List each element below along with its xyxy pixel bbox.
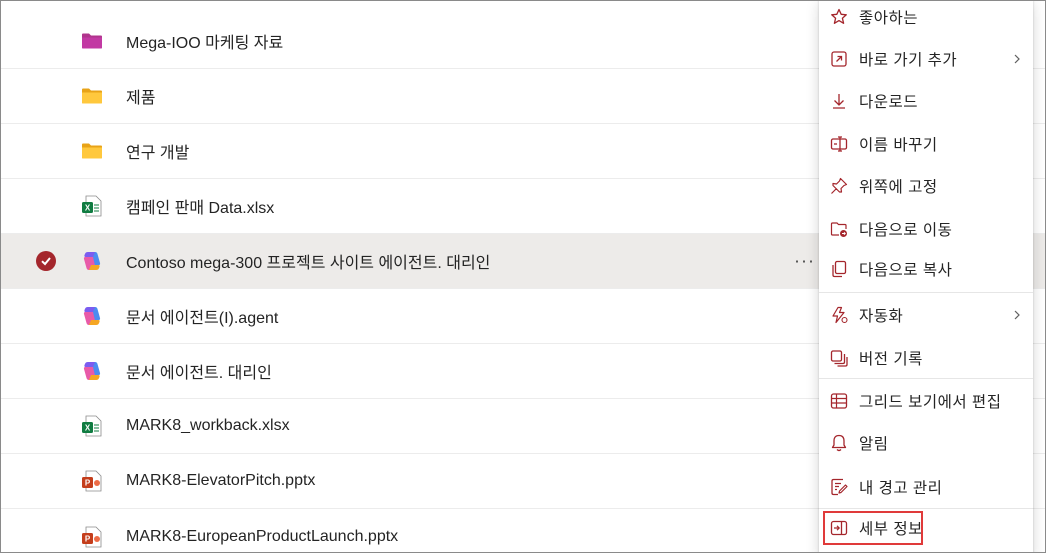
manage-alerts-icon [831,478,848,496]
file-name[interactable]: 제품 [126,84,155,108]
menu-item-alert[interactable]: 알림 [819,423,1033,463]
download-icon [833,94,845,109]
menu-item-label: 좋아하는 [859,10,919,27]
grid-icon [830,393,848,409]
svg-text:P: P [85,479,91,488]
menu-item-automate[interactable]: 자동화 [819,295,1033,335]
copy-icon [832,260,847,278]
bell-icon [831,434,847,452]
menu-item-favorite[interactable]: 좋아하는 [819,1,1033,37]
powerpoint-file-icon: P [82,470,102,492]
menu-item-version-history[interactable]: 버전 기록 [819,338,1033,378]
menu-item-move-to[interactable]: 다음으로 이동 [819,209,1033,249]
file-name[interactable]: 연구 개발 [126,139,189,163]
menu-item-label: 이름 바꾸기 [859,137,938,154]
menu-item-copy-to[interactable]: 다음으로 복사 [819,249,1033,289]
file-name[interactable]: Mega-IOO 마케팅 자료 [126,29,283,53]
menu-divider [819,378,1033,379]
copilot-agent-icon [83,252,101,270]
menu-item-edit-grid-view[interactable]: 그리드 보기에서 편집 [819,381,1033,421]
menu-item-pin-to-top[interactable]: 위쪽에 고정 [819,166,1033,206]
menu-item-label: 다운로드 [859,94,919,111]
context-menu: 좋아하는 바로 가기 추가 다운로드 이름 바꾸기 위쪽에 고정 다음으로 이동… [819,1,1033,552]
file-name[interactable]: 문서 에이전트. 대리인 [126,359,272,383]
svg-text:X: X [85,204,91,213]
rename-icon [830,136,848,152]
menu-item-label: 알림 [859,436,889,453]
copilot-agent-icon [83,307,101,325]
file-name[interactable]: MARK8_workback.xlsx [126,417,290,435]
excel-file-icon: X [82,195,102,217]
menu-item-label: 내 경고 관리 [859,480,943,497]
menu-divider [819,292,1033,293]
shortcut-icon [831,51,847,67]
menu-item-download[interactable]: 다운로드 [819,81,1033,121]
file-name[interactable]: 문서 에이전트(I).agent [126,304,278,328]
file-name[interactable]: 캠페인 판매 Data.xlsx [126,194,274,218]
menu-item-label: 자동화 [859,308,904,325]
menu-item-label: 바로 가기 추가 [859,52,958,69]
folder-icon [82,88,102,104]
menu-item-rename[interactable]: 이름 바꾸기 [819,124,1033,164]
highlight-box [823,511,923,545]
folder-icon [82,33,102,48]
file-name[interactable]: MARK8-EuropeanProductLaunch.pptx [126,528,398,546]
pin-icon [831,177,848,194]
star-icon [831,8,847,24]
file-name[interactable]: MARK8-ElevatorPitch.pptx [126,472,315,490]
powerpoint-file-icon: P [82,526,102,547]
more-options-button[interactable]: ··· [794,251,815,272]
menu-item-label: 다음으로 복사 [859,262,953,279]
chevron-right-icon [1014,54,1020,64]
chevron-right-icon [1014,310,1020,320]
menu-item-label: 위쪽에 고정 [859,179,938,196]
menu-item-label: 그리드 보기에서 편집 [859,394,1002,411]
excel-file-icon: X [82,415,102,437]
move-icon [830,222,847,237]
file-name[interactable]: Contoso mega-300 프로젝트 사이트 에이전트. 대리인 [126,249,490,273]
app-frame: Mega-IOO 마케팅 자료 제품 연구 개발 X 캠페인 판매 Data.x… [0,0,1046,553]
version-history-icon [830,350,848,367]
svg-text:P: P [85,534,91,543]
svg-text:X: X [85,424,91,433]
menu-item-label: 버전 기록 [859,351,923,368]
copilot-agent-icon [83,362,101,380]
folder-icon [82,143,102,159]
selected-check-icon[interactable] [36,251,56,271]
automate-icon [832,306,848,324]
menu-item-manage-alerts[interactable]: 내 경고 관리 [819,467,1033,507]
menu-item-label: 다음으로 이동 [859,222,953,239]
menu-item-add-shortcut[interactable]: 바로 가기 추가 [819,39,1033,79]
